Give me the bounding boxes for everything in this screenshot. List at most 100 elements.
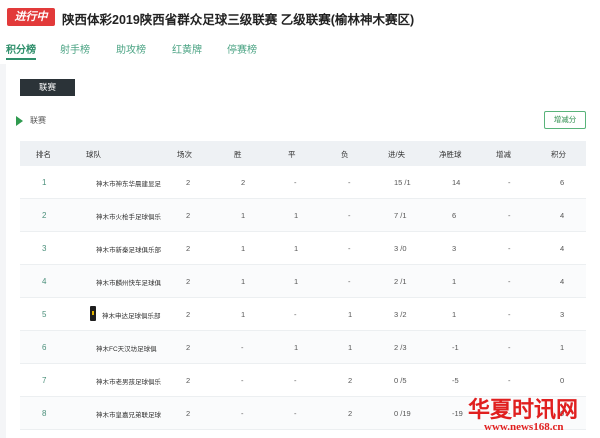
- section-label: 联赛: [30, 116, 46, 125]
- col-goal-diff: 净胜球: [439, 150, 462, 159]
- cell-won: 1: [241, 244, 246, 253]
- page-title: 陕西体彩2019陕西省群众足球三级联赛 乙级联赛(榆林神木赛区): [62, 13, 415, 27]
- cell-goal-diff: -19: [452, 409, 463, 418]
- standings-table: 排名 球队 场次 胜 平 负 进/失 净胜球 增减 积分 1 神木市神东华晨建显足…: [20, 141, 586, 430]
- cell-played: 2: [186, 409, 191, 418]
- col-rank: 排名: [36, 150, 51, 159]
- cell-adjust: -: [508, 343, 511, 352]
- cell-rank: 7: [42, 376, 47, 385]
- col-won: 胜: [234, 150, 242, 159]
- col-adjust: 增减: [496, 150, 511, 159]
- cell-rank: 2: [42, 211, 47, 220]
- cell-goal-diff: 1: [452, 310, 457, 319]
- cell-goals: 3 /0: [394, 244, 407, 253]
- cell-team[interactable]: 神木市神东华晨建显足: [96, 178, 174, 188]
- cell-points: 3: [560, 310, 565, 319]
- col-team: 球队: [86, 150, 101, 159]
- league-button[interactable]: 联赛: [20, 79, 75, 96]
- cell-points: 0: [560, 409, 565, 418]
- cell-team[interactable]: 神木市皇嘉兄弟联足球: [96, 409, 174, 419]
- col-points: 积分: [551, 150, 566, 159]
- cell-points: 6: [560, 178, 565, 187]
- cell-played: 2: [186, 211, 191, 220]
- table-row[interactable]: 3 神木市新秦足球俱乐部 2 1 1 - 3 /0 3 - 4: [20, 232, 586, 265]
- cell-lost: 1: [348, 310, 353, 319]
- tab-standings[interactable]: 积分榜: [6, 41, 36, 56]
- cell-played: 2: [186, 244, 191, 253]
- cell-goals: 3 /2: [394, 310, 407, 319]
- cell-points: 0: [560, 376, 565, 385]
- adjust-points-button[interactable]: 增减分: [544, 111, 586, 129]
- tab-bar: 积分榜 射手榜 助攻榜 红黄牌 停赛榜: [0, 38, 600, 62]
- col-goals: 进/失: [388, 150, 406, 159]
- cell-won: -: [241, 376, 244, 385]
- cell-played: 2: [186, 376, 191, 385]
- table-row[interactable]: 8 神木市皇嘉兄弟联足球 2 - - 2 0 /19 -19 - 0: [20, 397, 586, 430]
- cell-points: 4: [560, 211, 565, 220]
- cell-team[interactable]: 神木申达足球俱乐部: [102, 310, 180, 320]
- cell-team[interactable]: 神木FC天汉坊足球俱: [96, 343, 174, 353]
- cell-won: -: [241, 409, 244, 418]
- cell-won: 2: [241, 178, 246, 187]
- cell-goals: 2 /3: [394, 343, 407, 352]
- cell-adjust: -: [508, 211, 511, 220]
- cell-goal-diff: 6: [452, 211, 457, 220]
- tab-top-scorers[interactable]: 射手榜: [60, 41, 90, 56]
- cell-adjust: -: [508, 376, 511, 385]
- cell-lost: -: [348, 178, 351, 187]
- cell-drawn: 1: [294, 211, 299, 220]
- cell-played: 2: [186, 178, 191, 187]
- cell-rank: 5: [42, 310, 47, 319]
- tab-cards[interactable]: 红黄牌: [172, 41, 202, 56]
- cell-goal-diff: 3: [452, 244, 457, 253]
- cell-goals: 2 /1: [394, 277, 407, 286]
- cell-drawn: -: [294, 178, 297, 187]
- cell-won: -: [241, 343, 244, 352]
- cell-goal-diff: 14: [452, 178, 461, 187]
- table-row[interactable]: 4 神木市麟州快车足球俱 2 1 1 - 2 /1 1 - 4: [20, 265, 586, 298]
- cell-team[interactable]: 神木市新秦足球俱乐部: [96, 244, 174, 254]
- cell-played: 2: [186, 310, 191, 319]
- table-row[interactable]: 7 神木市老男孩足球俱乐 2 - - 2 0 /5 -5 - 0: [20, 364, 586, 397]
- cell-points: 4: [560, 244, 565, 253]
- cell-team[interactable]: 神木市老男孩足球俱乐: [96, 376, 174, 386]
- standings-card: 联赛 联赛 增减分 排名 球队 场次 胜 平 负 进/失 净胜球 增减 积分 1…: [6, 64, 600, 438]
- col-lost: 负: [341, 150, 349, 159]
- cell-adjust: -: [508, 277, 511, 286]
- cell-drawn: -: [294, 376, 297, 385]
- cell-rank: 8: [42, 409, 47, 418]
- cell-adjust: -: [508, 310, 511, 319]
- team-logo-icon: [90, 306, 96, 321]
- table-header: 排名 球队 场次 胜 平 负 进/失 净胜球 增减 积分: [20, 141, 586, 166]
- table-row[interactable]: 5 神木申达足球俱乐部 2 1 - 1 3 /2 1 - 3: [20, 298, 586, 331]
- active-tab-indicator: [6, 58, 36, 60]
- cell-won: 1: [241, 277, 246, 286]
- table-row[interactable]: 6 神木FC天汉坊足球俱 2-1 1 2 /3 -1-1: [20, 331, 586, 364]
- cell-points: 4: [560, 277, 565, 286]
- cell-team[interactable]: 神木市火枪手足球俱乐: [96, 211, 174, 221]
- tab-suspensions[interactable]: 停赛榜: [227, 41, 257, 56]
- cell-goals: 7 /1: [394, 211, 407, 220]
- status-badge: 进行中: [7, 8, 55, 26]
- cell-lost: -: [348, 277, 351, 286]
- table-row[interactable]: 2 神木市火枪手足球俱乐 2 1 1 - 7 /1 6 - 4: [20, 199, 586, 232]
- table-row[interactable]: 1 神木市神东华晨建显足 2 2 - - 15 /1 14 - 6: [20, 166, 586, 199]
- play-triangle-icon: [16, 116, 23, 126]
- cell-played: 2: [186, 277, 191, 286]
- cell-lost: 1: [348, 343, 353, 352]
- cell-drawn: 1: [294, 244, 299, 253]
- cell-lost: -: [348, 244, 351, 253]
- cell-rank: 3: [42, 244, 47, 253]
- cell-goal-diff: 1: [452, 277, 457, 286]
- cell-goal-diff: -5: [452, 376, 459, 385]
- cell-drawn: -: [294, 310, 297, 319]
- cell-played: 2: [186, 343, 191, 352]
- cell-lost: 2: [348, 376, 353, 385]
- cell-won: 1: [241, 211, 246, 220]
- cell-lost: 2: [348, 409, 353, 418]
- cell-rank: 6: [42, 343, 47, 352]
- cell-rank: 1: [42, 178, 47, 187]
- tab-assists[interactable]: 助攻榜: [116, 41, 146, 56]
- cell-team[interactable]: 神木市麟州快车足球俱: [96, 277, 174, 287]
- cell-lost: -: [348, 211, 351, 220]
